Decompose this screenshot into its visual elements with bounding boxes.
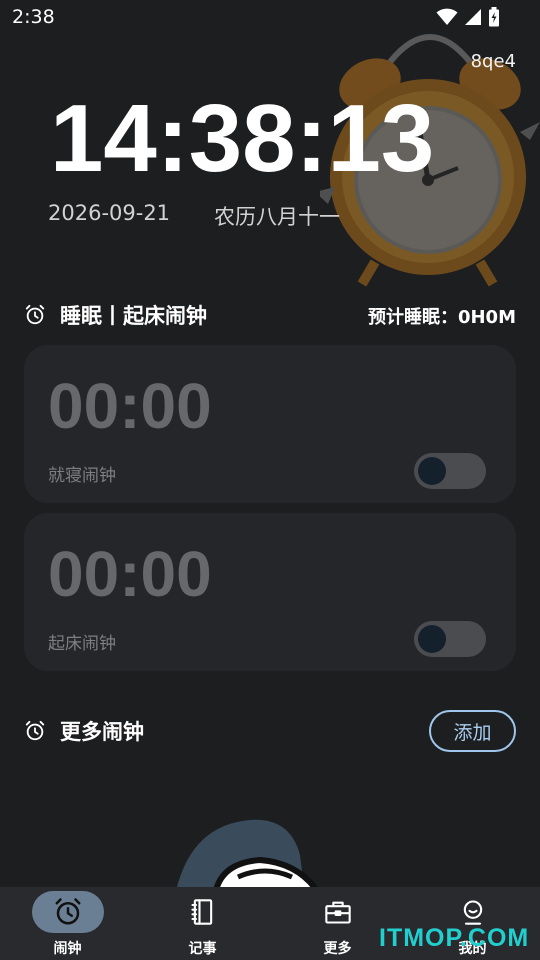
more-alarms-title: 更多闹钟 xyxy=(60,720,144,744)
nav-icon-holder xyxy=(167,891,239,933)
lunar-date: 农历八月十一 xyxy=(214,205,340,229)
alarm-clock-icon xyxy=(25,720,45,741)
wakeup-alarm-toggle[interactable] xyxy=(414,621,486,657)
sleep-section-title: 睡眠丨起床闹钟 xyxy=(60,304,207,328)
bedtime-alarm-toggle[interactable] xyxy=(414,453,486,489)
status-time: 2:38 xyxy=(12,6,55,28)
alarm-clock-icon xyxy=(25,304,45,325)
toggle-knob xyxy=(418,457,446,485)
alarm-clock-icon xyxy=(55,898,80,925)
current-date: 2026-09-21 xyxy=(48,201,171,225)
nav-active-indicator xyxy=(31,891,104,933)
bedtime-alarm-card[interactable]: 00:00 就寝闹钟 xyxy=(24,345,516,503)
mascot-illustration xyxy=(175,819,323,895)
bedtime-alarm-time: 00:00 xyxy=(48,370,212,442)
wakeup-alarm-card[interactable]: 00:00 起床闹钟 xyxy=(24,513,516,671)
toggle-knob xyxy=(418,625,446,653)
add-alarm-button[interactable]: 添加 xyxy=(429,710,516,752)
notebook-icon xyxy=(190,899,212,925)
nav-icon-holder xyxy=(302,891,374,933)
nav-item-notes[interactable]: 记事 xyxy=(135,887,270,960)
watermark: ITMOP.COM xyxy=(379,924,530,952)
profile-icon xyxy=(463,900,482,925)
toolbox-icon xyxy=(324,901,351,924)
device-id: 8qe4 xyxy=(470,51,516,72)
bedtime-alarm-label: 就寝闹钟 xyxy=(48,466,116,486)
sleep-section-header: 睡眠丨起床闹钟 xyxy=(24,300,207,330)
nav-label: 闹钟 xyxy=(53,941,82,957)
nav-label: 记事 xyxy=(188,941,217,957)
wakeup-alarm-label: 起床闹钟 xyxy=(48,634,116,654)
nav-item-alarm[interactable]: 闹钟 xyxy=(0,887,135,960)
wakeup-alarm-time: 00:00 xyxy=(48,538,212,610)
nav-label: 更多 xyxy=(323,941,352,957)
current-time: 14:38:13 xyxy=(50,85,435,192)
sleep-estimate: 预计睡眠：0H0M xyxy=(367,307,516,328)
more-alarms-header: 更多闹钟 xyxy=(24,716,144,746)
